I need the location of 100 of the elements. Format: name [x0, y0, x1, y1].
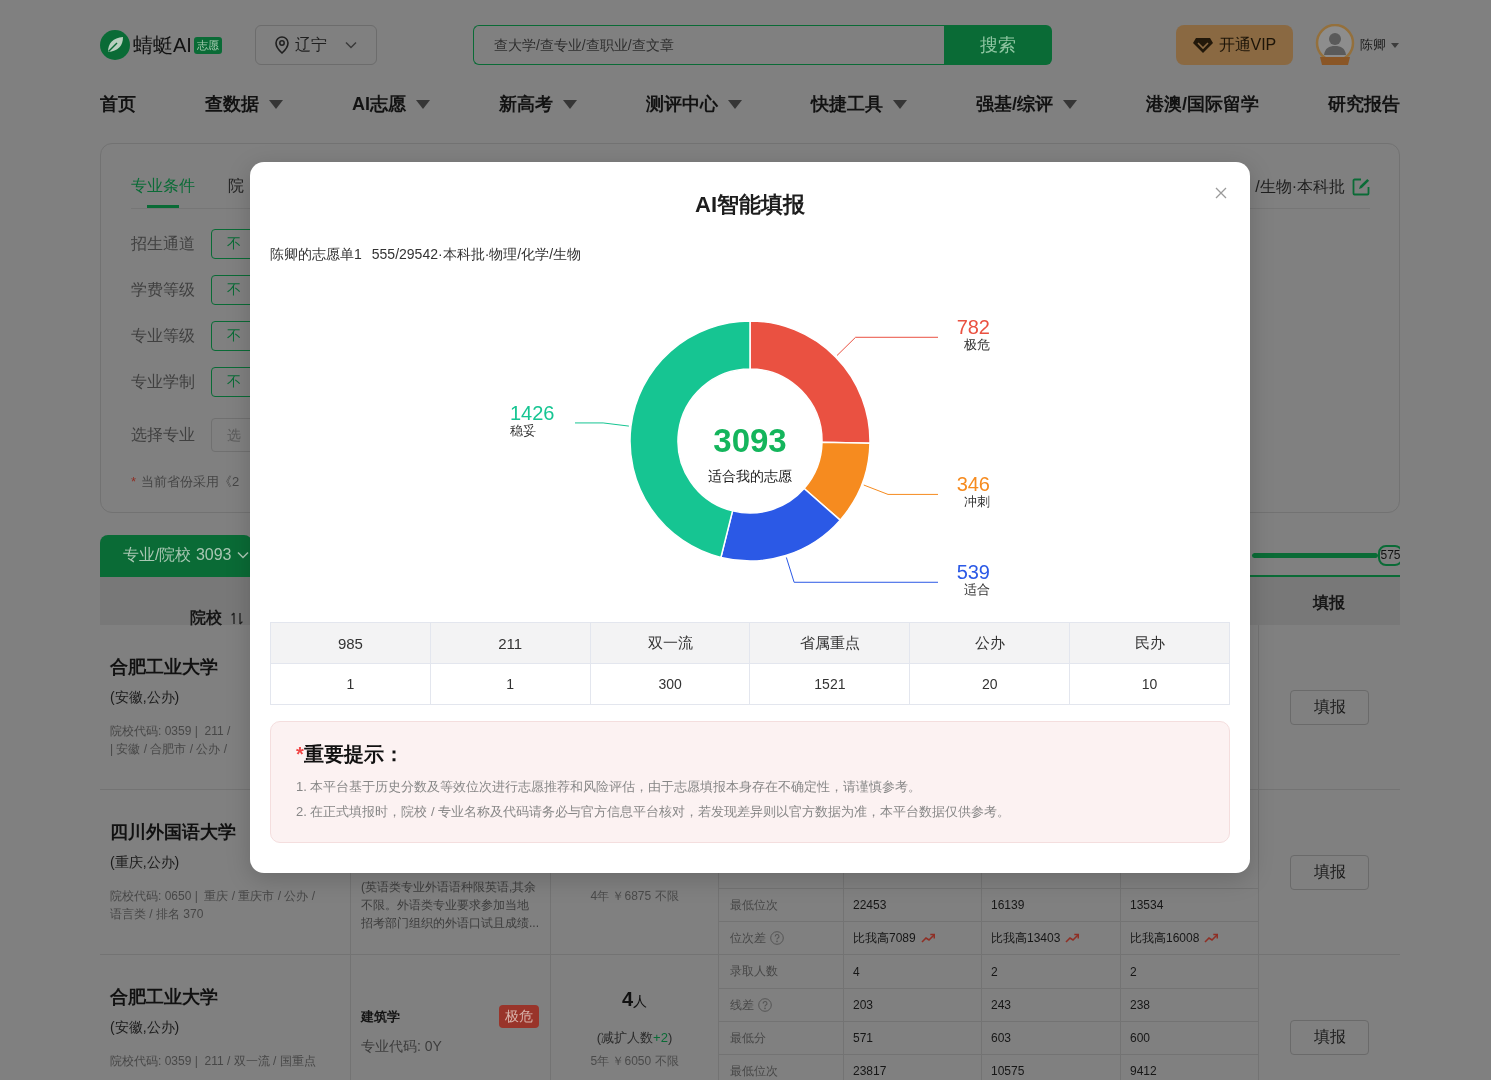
leader-line: [574, 422, 630, 427]
school-name: 合肥工业大学: [110, 656, 218, 678]
metric-value: 600: [1130, 1031, 1151, 1045]
search-field[interactable]: 查大学/查专业/查职业/查文章: [472, 25, 944, 65]
column-header: 公办: [910, 623, 1071, 664]
table-cell: 300: [590, 664, 751, 705]
metric-value: 比我高13403: [991, 929, 1061, 947]
column-header: 985: [271, 623, 431, 664]
notice-text: 1. 本平台基于历史分数及等效位次进行志愿推荐和风险评估，由于志愿填报本身存在不确定性，请谨慎参考。: [296, 778, 923, 796]
close-icon[interactable]: [1215, 187, 1227, 199]
plan-unit: 人: [633, 993, 648, 1011]
metric-value: 16139: [991, 898, 1025, 912]
table-cell: 1: [430, 664, 591, 705]
avatar-icon: [1314, 24, 1355, 66]
nav-link[interactable]: 快捷工具: [810, 92, 907, 116]
value-label: 782: [956, 316, 990, 339]
sort-icon[interactable]: [231, 612, 243, 625]
apply-button[interactable]: 填报: [1290, 1020, 1369, 1055]
filter-label: 专业等级: [131, 325, 196, 346]
province-note: * 当前省份采用《2: [131, 475, 240, 489]
nav-link[interactable]: 研究报告: [1327, 92, 1400, 116]
metric-value: 243: [991, 998, 1012, 1012]
location-pin-icon: [274, 36, 289, 54]
metric-value: 13534: [1130, 898, 1164, 912]
total-caption: 适合我的志愿: [708, 468, 792, 484]
help-icon[interactable]: [758, 998, 772, 1012]
notice-text: 2. 在正式填报时，院校 / 专业名称及代码请务必与官方信息平台核对，若发现差异则以官方数据为准，本平台数据仅供参考。: [296, 803, 1012, 821]
filter-label: 招生通道: [131, 233, 196, 254]
table-cell: 1: [271, 664, 431, 705]
score-slider[interactable]: 575: [1252, 544, 1400, 566]
nav-link[interactable]: AI志愿: [351, 92, 430, 116]
tab[interactable]: 院: [228, 176, 244, 208]
filter-label: 选择专业: [131, 424, 196, 445]
metric-value: 10575: [991, 1064, 1025, 1078]
help-icon[interactable]: [770, 931, 784, 945]
nav-link[interactable]: 新高考: [498, 92, 577, 116]
column-header: 民办: [1070, 623, 1230, 664]
chevron-down-icon: [237, 551, 250, 559]
metric-value: 603: [991, 1031, 1012, 1045]
table-cell: 1521: [750, 664, 911, 705]
filter-label: 学费等级: [131, 279, 196, 300]
notice-title: *重要提示：: [296, 742, 405, 766]
value-label: 539: [956, 561, 990, 584]
apply-button[interactable]: 填报: [1290, 690, 1369, 725]
profile-summary: 555/29542·本科批·物理/化学/生物: [371, 245, 582, 264]
table-cell: 20: [910, 664, 1071, 705]
user-menu-button[interactable]: 陈卿: [1314, 24, 1399, 66]
diamond-icon: [1192, 36, 1213, 54]
metric-value: 比我高7089: [853, 929, 916, 947]
results-tab[interactable]: 专业/院校 3093: [100, 535, 252, 575]
location-selector[interactable]: 辽宁: [254, 25, 377, 65]
metric-value: 22453: [853, 898, 887, 912]
metric-value: 比我高16008: [1130, 929, 1200, 947]
edit-icon[interactable]: [1352, 178, 1370, 196]
table-cell: 10: [1070, 664, 1230, 705]
list-name: 陈卿的志愿单1: [270, 245, 362, 264]
nav-link[interactable]: 测评中心: [645, 92, 742, 116]
slider-thumb[interactable]: 575: [1378, 544, 1400, 566]
chevron-down-icon: [344, 41, 357, 49]
column-header: 省属重点: [750, 623, 911, 664]
category-label: 极危: [964, 337, 990, 353]
category-label: 冲刺: [964, 494, 990, 510]
filter-label: 专业学制: [131, 371, 196, 392]
filter-summary: /生物·本科批: [1255, 177, 1345, 197]
vip-button[interactable]: 开通VIP: [1175, 25, 1293, 65]
metric-value: 571: [853, 1031, 874, 1045]
school-region: (安徽,公办): [110, 1018, 180, 1037]
value-label: 346: [956, 473, 990, 496]
value-label: 1426: [510, 401, 555, 424]
nav-link[interactable]: 强基/综评: [975, 92, 1077, 116]
school-name: 四川外国语大学: [110, 821, 236, 843]
metric-value: 23817: [853, 1064, 887, 1078]
metric-value: 4: [853, 964, 860, 979]
apply-button[interactable]: 填报: [1290, 855, 1369, 890]
total-count: 3093: [713, 422, 787, 459]
column-header: 双一流: [590, 623, 751, 664]
column-header: 填报: [1313, 592, 1345, 613]
risk-tag: 极危: [499, 1005, 539, 1028]
modal-title: AI智能填报: [695, 191, 805, 219]
search-button[interactable]: 搜索: [943, 25, 1052, 65]
nav-link[interactable]: 港澳/国际留学: [1145, 92, 1259, 116]
nav-link[interactable]: 查数据: [205, 92, 283, 116]
category-label: 稳妥: [510, 422, 536, 438]
major-note: (英语类专业外语语种限英语,其余不限。外语类专业要求参加当地招考部门组织的外语口试且成绩...: [361, 879, 540, 932]
metric-value: 9412: [1130, 1064, 1157, 1078]
major-code: 专业代码: 0Y: [361, 1037, 443, 1056]
school-region: (安徽,公办): [110, 688, 180, 707]
logo-badge: 志愿: [193, 36, 222, 54]
school-name: 合肥工业大学: [110, 986, 218, 1008]
metric-value: 238: [1130, 998, 1151, 1012]
plan-count: 4: [621, 988, 634, 1011]
logo-icon: [100, 30, 130, 60]
enrollment-change: (减扩人数+2): [596, 1030, 673, 1045]
major-name: 建筑学: [361, 1007, 400, 1026]
metric-value: 2: [1130, 964, 1137, 979]
logo-text: 蜻蜓AI: [133, 33, 192, 58]
category-label: 适合: [964, 582, 990, 598]
metric-value: 203: [853, 998, 874, 1012]
nav-link[interactable]: 首页: [100, 92, 136, 116]
metric-value: 2: [991, 964, 998, 979]
